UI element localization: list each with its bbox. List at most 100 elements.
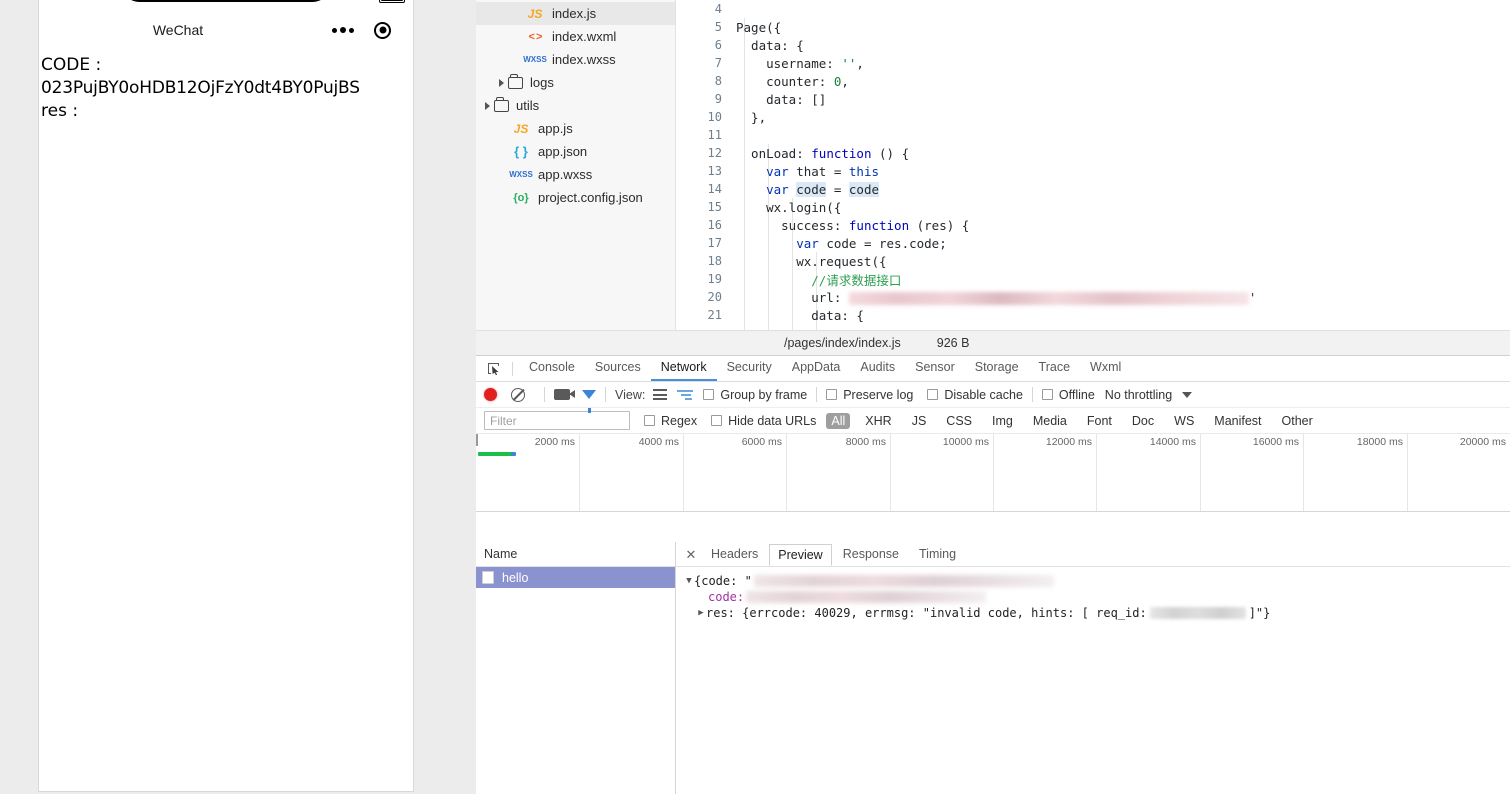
hide-data-urls-checkbox[interactable] — [711, 415, 723, 426]
type-filter-font[interactable]: Font — [1082, 413, 1117, 429]
clear-icon[interactable] — [511, 387, 525, 402]
chevron-down-icon[interactable] — [1182, 391, 1193, 398]
code-lines: 4 5 Page({6 data: {7 username: '', 8 counte… — [676, 0, 1510, 330]
preview-res-suffix: ]"} — [1248, 606, 1271, 620]
file-tree-item[interactable]: JS app.js — [476, 117, 675, 140]
line-number: 15 — [707, 200, 722, 214]
preserve-log-option[interactable]: Preserve log — [826, 388, 913, 402]
status-bar-right: 100 % — [345, 0, 405, 3]
detail-tab-response[interactable]: Response — [834, 543, 908, 565]
inspect-element-icon[interactable] — [480, 362, 506, 375]
code-text: wx.login({ — [732, 200, 841, 215]
close-capsule-icon[interactable] — [374, 21, 391, 39]
code-line: 4 — [676, 0, 1510, 18]
timeline-gridline — [993, 434, 994, 511]
devtools-tab-appdata[interactable]: AppData — [782, 356, 851, 381]
file-tree-item[interactable]: logs — [476, 71, 675, 94]
devtools-tab-wxml[interactable]: Wxml — [1080, 356, 1131, 381]
code-token: () { — [871, 145, 910, 161]
type-filter-ws[interactable]: WS — [1169, 413, 1199, 429]
page-text-res-label: res : — [41, 101, 79, 121]
preview-row-code: code: — [684, 589, 1510, 605]
code-text: data: { — [732, 308, 864, 323]
devtools-tab-storage[interactable]: Storage — [965, 356, 1029, 381]
wxss-file-icon: WXSS — [523, 55, 547, 64]
wxss-file-icon: WXSS — [509, 170, 533, 179]
type-filter-xhr[interactable]: XHR — [860, 413, 896, 429]
file-tree-item[interactable]: JS index.js — [476, 2, 675, 25]
expand-caret-icon[interactable] — [494, 78, 508, 87]
detail-subtabs-list: Headers Preview Response Timing — [700, 543, 965, 566]
record-button[interactable] — [484, 388, 497, 401]
devtools-tab-network[interactable]: Network — [650, 356, 717, 381]
hide-data-urls-option[interactable]: Hide data URLs — [711, 414, 816, 428]
offline-checkbox[interactable] — [1041, 389, 1053, 400]
type-filter-media[interactable]: Media — [1028, 413, 1072, 429]
code-token: function — [848, 217, 910, 233]
file-tree-item[interactable]: WXSS index.wxss — [476, 48, 675, 71]
detail-tab-preview[interactable]: Preview — [769, 544, 832, 566]
capture-screenshots-icon[interactable] — [554, 389, 575, 400]
file-tree-item[interactable]: utils — [476, 94, 675, 117]
type-filter-doc[interactable]: Doc — [1127, 413, 1159, 429]
type-filter-manifest[interactable]: Manifest — [1209, 413, 1266, 429]
file-tree-item[interactable]: {o} project.config.json — [476, 186, 675, 209]
type-filter-img[interactable]: Img — [987, 413, 1018, 429]
preview-content: ▼ {code: " code: ▶ res: {errcode: 40029,… — [676, 567, 1510, 621]
document-icon — [482, 571, 494, 584]
code-token: wx.request({ — [736, 253, 887, 269]
expand-caret-icon[interactable]: ▶ — [696, 608, 706, 618]
more-options-icon[interactable] — [332, 27, 354, 33]
request-row[interactable]: hello — [476, 567, 675, 588]
disable-cache-checkbox[interactable] — [927, 389, 939, 400]
code-editor[interactable]: 4 5 Page({6 data: {7 username: '', 8 counte… — [676, 0, 1510, 330]
code-line: 9 data: [] — [676, 90, 1510, 108]
group-by-frame-checkbox[interactable] — [703, 389, 715, 400]
expand-caret-icon[interactable] — [480, 101, 494, 110]
timeline-request-bar — [478, 452, 516, 456]
redacted-req-id — [1149, 607, 1246, 619]
throttling-select[interactable]: No throttling — [1105, 388, 1193, 402]
json-file-icon: { } — [514, 144, 528, 159]
collapse-caret-icon[interactable]: ▼ — [684, 576, 694, 586]
devtools-tab-sources[interactable]: Sources — [585, 356, 651, 381]
regex-checkbox[interactable] — [644, 415, 655, 426]
code-token: , — [841, 73, 849, 89]
detail-tab-headers[interactable]: Headers — [702, 543, 767, 565]
file-tree-item[interactable]: < > index.wxml — [476, 25, 675, 48]
view-waterfall-icon[interactable] — [677, 389, 694, 400]
preview-row-root[interactable]: ▼ {code: " — [684, 573, 1510, 589]
offline-option[interactable]: Offline — [1041, 388, 1095, 402]
config-file-icon: {o} — [513, 191, 529, 204]
devtools-tab-trace[interactable]: Trace — [1029, 356, 1081, 381]
group-by-frame-option[interactable]: Group by frame — [703, 388, 807, 402]
file-tree-item[interactable]: WXSS app.wxss — [476, 163, 675, 186]
type-filter-js[interactable]: JS — [907, 413, 932, 429]
filter-icon[interactable] — [582, 390, 596, 413]
preview-row-res[interactable]: ▶ res: {errcode: 40029, errmsg: "invalid… — [684, 605, 1510, 621]
view-list-icon[interactable] — [653, 389, 668, 400]
devtools-tab-console[interactable]: Console — [519, 356, 585, 381]
type-filter-other[interactable]: Other — [1277, 413, 1318, 429]
devtools-tab-security[interactable]: Security — [717, 356, 782, 381]
close-icon[interactable]: ✕ — [682, 548, 700, 561]
devtools-tab-sensor[interactable]: Sensor — [905, 356, 965, 381]
file-explorer[interactable]: JS index.js < > index.wxml WXSS index.wxss log… — [476, 0, 676, 330]
line-number: 6 — [714, 38, 722, 52]
disable-cache-option[interactable]: Disable cache — [927, 388, 1023, 402]
file-tree-item[interactable]: { } app.json — [476, 140, 675, 163]
timeline-gridline — [786, 434, 787, 511]
detail-tab-timing[interactable]: Timing — [910, 543, 965, 565]
filter-input[interactable] — [484, 411, 630, 430]
code-token: Page({ — [736, 19, 782, 35]
resource-type-filters: All XHR JS CSS Img Media Font Doc WS Manifest Othe… — [816, 412, 1318, 429]
network-timeline[interactable]: 2000 ms 4000 ms 6000 ms 8000 ms 10000 ms 1200… — [476, 434, 1510, 512]
type-filter-all[interactable]: All — [826, 412, 851, 429]
timeline-gridline — [579, 434, 580, 511]
type-filter-css[interactable]: CSS — [941, 413, 977, 429]
simulator-panel: 11:05 100 % WeChat CODE : 023PujBY0oHDB1… — [0, 0, 476, 794]
devtools-tab-audits[interactable]: Audits — [850, 356, 905, 381]
regex-option[interactable]: Regex — [644, 414, 697, 428]
preserve-log-checkbox[interactable] — [826, 389, 838, 400]
